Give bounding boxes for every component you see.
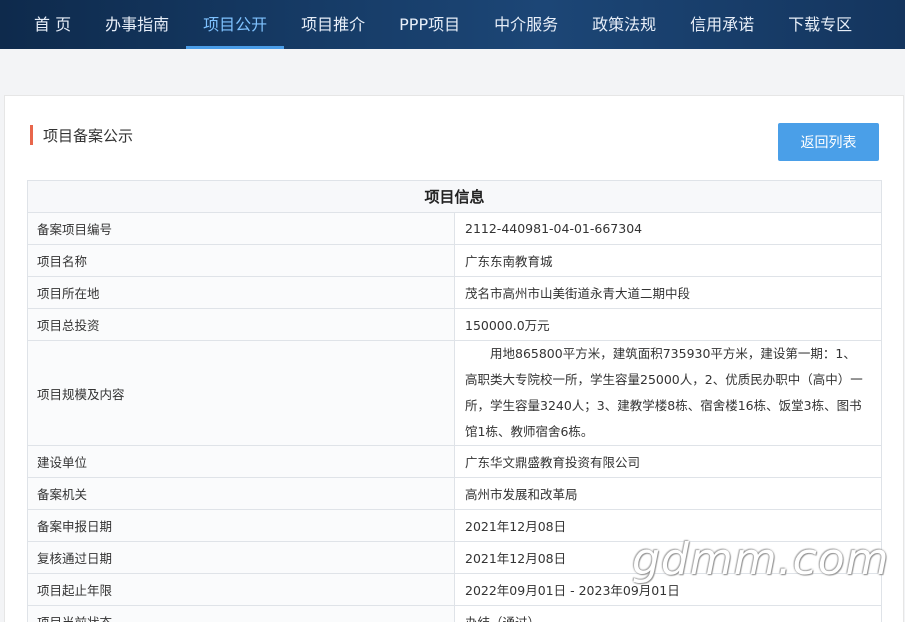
row-label: 备案项目编号	[27, 212, 455, 245]
nav-item-home[interactable]: 首 页	[0, 0, 88, 46]
table-row: 项目总投资 150000.0万元	[27, 308, 882, 341]
nav-item-credit[interactable]: 信用承诺	[673, 0, 771, 46]
nav-item-guide[interactable]: 办事指南	[88, 0, 186, 46]
table-row: 备案机关 高州市发展和改革局	[27, 477, 882, 510]
row-label: 项目起止年限	[27, 573, 455, 606]
row-label: 建设单位	[27, 445, 455, 478]
row-label: 复核通过日期	[27, 541, 455, 574]
site-watermark: gdmm.com	[632, 534, 890, 585]
row-label: 备案申报日期	[27, 509, 455, 542]
row-value: 广东东南教育城	[454, 244, 882, 277]
section-title-text: 项目备案公示	[43, 126, 134, 145]
row-value-text: 用地865800平方米，建筑面积735930平方米，建设第一期：1、高职类大专院…	[465, 346, 863, 439]
table-header: 项目信息	[27, 180, 882, 213]
row-value: 办结（通过）	[454, 605, 882, 622]
nav-item-policy[interactable]: 政策法规	[575, 0, 673, 46]
nav-item-agency-service[interactable]: 中介服务	[477, 0, 575, 46]
row-value: 高州市发展和改革局	[454, 477, 882, 510]
row-label: 项目总投资	[27, 308, 455, 341]
nav-item-download[interactable]: 下载专区	[771, 0, 869, 46]
row-value: 广东华文鼎盛教育投资有限公司	[454, 445, 882, 478]
table-row: 项目所在地 茂名市高州市山美街道永青大道二期中段	[27, 276, 882, 309]
nav-item-project-public[interactable]: 项目公开	[186, 0, 285, 49]
row-label: 项目名称	[27, 244, 455, 277]
nav-item-ppp[interactable]: PPP项目	[382, 0, 477, 46]
section-accent-bar	[30, 125, 33, 145]
row-label: 项目所在地	[27, 276, 455, 309]
back-to-list-button[interactable]: 返回列表	[778, 123, 879, 161]
table-row: 项目规模及内容 用地865800平方米，建筑面积735930平方米，建设第一期：…	[27, 340, 882, 446]
nav-item-project-promotion[interactable]: 项目推介	[284, 0, 382, 46]
row-label: 备案机关	[27, 477, 455, 510]
row-value: 茂名市高州市山美街道永青大道二期中段	[454, 276, 882, 309]
row-value: 2112-440981-04-01-667304	[454, 212, 882, 245]
row-label: 项目当前状态	[27, 605, 455, 622]
table-row: 建设单位 广东华文鼎盛教育投资有限公司	[27, 445, 882, 478]
table-row: 项目名称 广东东南教育城	[27, 244, 882, 277]
row-label: 项目规模及内容	[27, 340, 455, 446]
section-title: 项目备案公示	[30, 124, 133, 146]
table-row: 项目当前状态 办结（通过）	[27, 605, 882, 622]
row-value: 150000.0万元	[454, 308, 882, 341]
top-nav: 首 页 办事指南 项目公开 项目推介 PPP项目 中介服务 政策法规 信用承诺 …	[0, 0, 905, 49]
row-value: 用地865800平方米，建筑面积735930平方米，建设第一期：1、高职类大专院…	[454, 340, 882, 446]
table-row: 备案项目编号 2112-440981-04-01-667304	[27, 212, 882, 245]
